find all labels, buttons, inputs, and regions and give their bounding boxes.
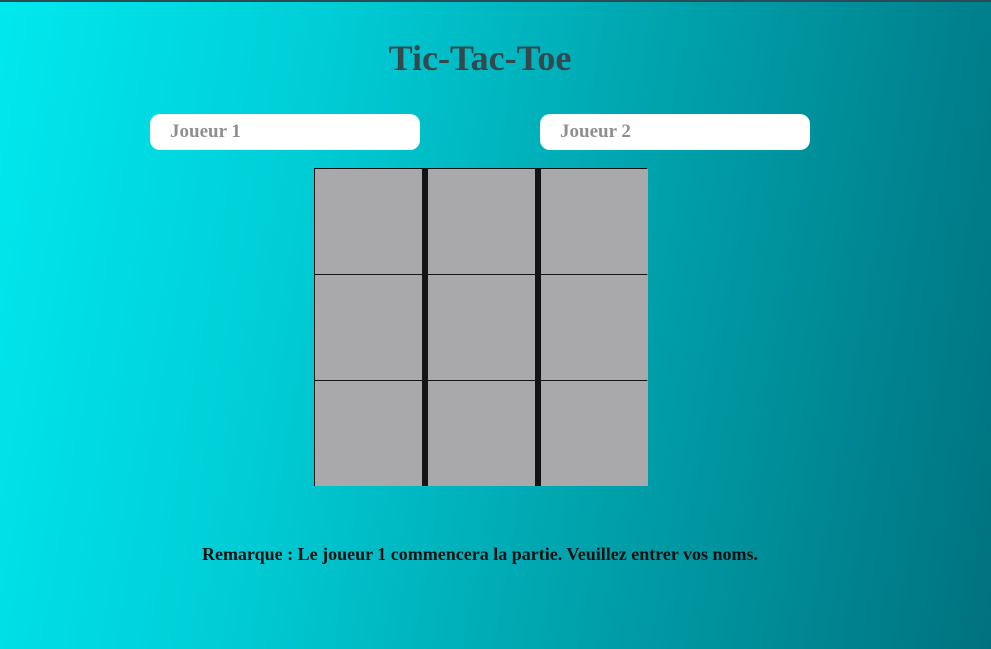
board-cell[interactable]	[428, 275, 535, 380]
board-cell[interactable]	[541, 381, 648, 486]
board-cell[interactable]	[315, 169, 422, 274]
page-title: Tic-Tac-Toe	[388, 38, 572, 78]
board-cell[interactable]	[428, 169, 535, 274]
board-cell[interactable]	[541, 275, 648, 380]
instructions-note: Remarque : Le joueur 1 commencera la par…	[201, 544, 759, 564]
board-cell[interactable]	[428, 381, 535, 486]
player1-name-input[interactable]	[150, 114, 420, 150]
game-board	[314, 168, 648, 486]
player2-name-input[interactable]	[540, 114, 810, 150]
board-cell[interactable]	[315, 275, 422, 380]
board-cell[interactable]	[315, 381, 422, 486]
board-cell[interactable]	[541, 169, 648, 274]
